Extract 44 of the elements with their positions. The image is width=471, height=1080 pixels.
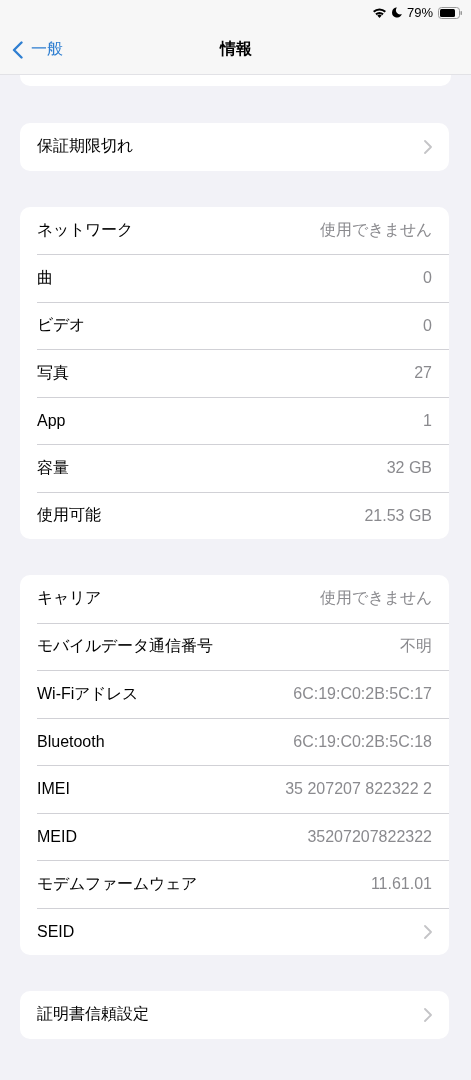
row-label: MEID [37,827,77,846]
row-value: 27 [414,364,432,383]
row-label: IMEI [37,780,70,799]
row-label: 写真 [37,362,69,383]
row-value: 使用できません [320,219,432,240]
row-label: ビデオ [37,315,85,336]
row-value: 35207207822322 [307,827,432,846]
row-value: 6C:19:C0:2B:5C:18 [293,732,432,751]
battery-percentage: 79% [406,5,433,20]
wifi-icon [371,7,387,18]
row-label: SEID [37,922,75,941]
row-value: 11.61.01 [370,875,432,894]
row-value: 32 GB [386,459,432,478]
row-value: 1 [423,411,432,430]
back-button[interactable]: 一般 [12,39,63,60]
chevron-icon [424,1007,432,1022]
settings-row[interactable]: 保証期限切れ [37,123,449,171]
row-label: 曲 [37,267,53,288]
moon-icon [391,7,402,18]
row-label: モデムファームウェア [37,873,197,894]
row-label: モバイルデータ通信番号 [37,636,213,657]
row-label: Wi-Fiアドレス [37,683,139,704]
settings-row[interactable]: 証明書信頼設定 [37,991,449,1039]
row-value: 21.53 GB [364,506,432,525]
row-value: 0 [423,269,432,288]
battery-icon [438,6,463,19]
row-label: キャリア [37,588,101,609]
row-value: 35 207207 822322 2 [285,780,432,799]
row-label: 証明書信頼設定 [37,1004,149,1025]
row-value: 0 [423,316,432,335]
page-title: 情報 [219,39,252,59]
row-label: App [37,411,66,430]
row-label: ネットワーク [37,219,133,240]
back-chevron-icon [12,40,23,59]
row-label: 使用可能 [37,505,101,526]
row-label: 容量 [37,457,69,478]
chevron-icon [424,924,432,939]
row-label: 保証期限切れ [37,136,133,157]
chevron-icon [424,139,432,154]
row-label: Bluetooth [37,732,105,751]
settings-row[interactable]: SEID [37,907,449,955]
row-value: 使用できません [320,588,432,609]
row-value: 6C:19:C0:2B:5C:17 [293,685,432,704]
row-value: 不明 [400,636,432,657]
